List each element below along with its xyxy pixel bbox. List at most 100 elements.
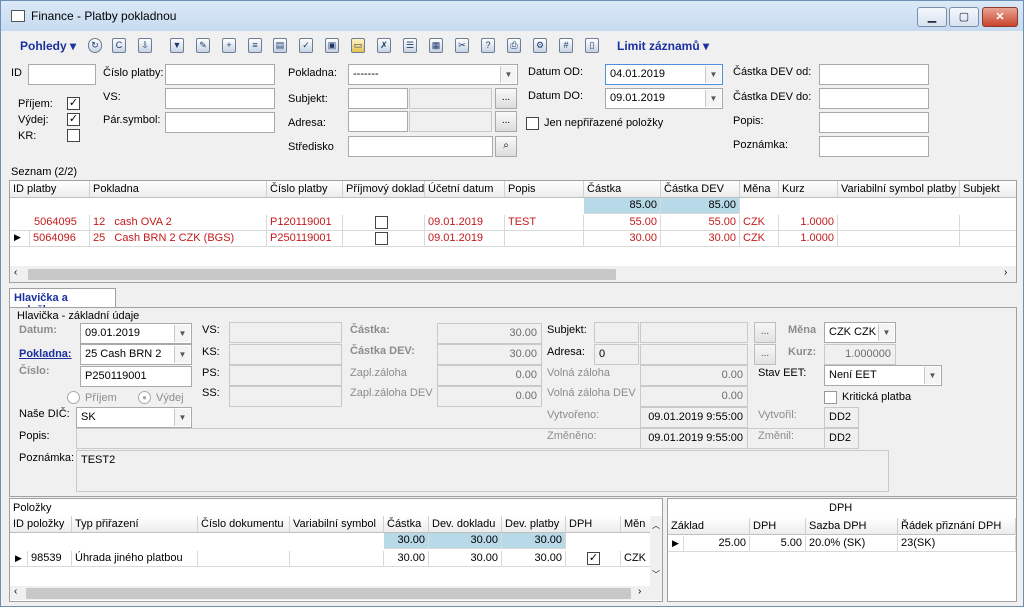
list-scrollbar[interactable]: ‹ › [10, 266, 1016, 282]
filter-run-icon[interactable]: ⇩ [138, 38, 152, 53]
scroll-right-icon[interactable]: › [638, 586, 641, 597]
pohledy-menu[interactable]: Pohledy ▾ [20, 39, 76, 53]
col-header[interactable]: Popis [505, 181, 584, 198]
pokladna-select[interactable]: ------- ▼ [348, 64, 518, 85]
scroll-thumb[interactable] [26, 588, 631, 599]
mena-field[interactable]: CZK CZK ▼ [824, 322, 896, 343]
tab-hlavicka-polozky[interactable]: Hlavička a položky [9, 288, 116, 316]
subjekt-browse-button[interactable]: ... [495, 88, 517, 109]
list-icon[interactable]: ☰ [403, 38, 417, 53]
col-header[interactable]: Typ přiřazení [72, 516, 198, 533]
vs-detail-field[interactable] [229, 322, 342, 343]
parsymbol-input[interactable] [165, 112, 275, 133]
subjekt-code-input[interactable] [348, 88, 408, 109]
minimize-button[interactable]: ▁ [917, 7, 947, 27]
refresh-icon[interactable]: ↻ [88, 38, 102, 53]
col-header[interactable]: Měna [740, 181, 779, 198]
pokladna-link[interactable]: Pokladna: [19, 348, 72, 360]
col-header[interactable]: Částka DEV [661, 181, 740, 198]
adresa-detail-browse[interactable]: ... [754, 344, 776, 365]
table-icon[interactable]: ▦ [429, 38, 443, 53]
stredisko-input[interactable] [348, 136, 493, 157]
prijmovy-checkbox[interactable] [375, 232, 388, 245]
copy-icon[interactable]: C [112, 38, 126, 53]
col-header[interactable]: Dev. dokladu [429, 516, 502, 533]
dph-checkbox[interactable]: ✓ [587, 552, 600, 565]
col-header[interactable]: Dev. platby [502, 516, 566, 533]
scroll-left-icon[interactable]: ‹ [14, 267, 17, 278]
cislo-field[interactable]: P250119001 [80, 366, 192, 387]
popis-input[interactable] [819, 112, 929, 133]
print-icon[interactable]: ⎙ [507, 38, 521, 53]
adresa-browse-button[interactable]: ... [495, 111, 517, 132]
scroll-up-icon[interactable]: ︿ [650, 520, 662, 531]
funnel-icon[interactable]: ▼ [170, 38, 184, 53]
save-icon[interactable]: ▣ [325, 38, 339, 53]
vs-input[interactable] [165, 88, 275, 109]
settings-icon[interactable]: ⚙ [533, 38, 547, 53]
poznamka-input[interactable] [819, 136, 929, 157]
datum-do-input[interactable]: 09.01.2019 ▼ [605, 88, 723, 109]
kriticka-checkbox[interactable] [824, 391, 837, 404]
col-header[interactable]: Částka [584, 181, 661, 198]
scroll-left-icon[interactable]: ‹ [14, 586, 17, 597]
document-icon[interactable]: ≡ [248, 38, 262, 53]
delete-record-icon[interactable]: ✗ [377, 38, 391, 53]
adresa-detail-code[interactable]: 0 [594, 344, 639, 365]
subjekt-detail-browse[interactable]: ... [754, 322, 776, 343]
limit-zaznamu-menu[interactable]: Limit záznamů ▾ [617, 39, 709, 53]
kr-checkbox[interactable] [67, 129, 80, 142]
document-copy-icon[interactable]: ▤ [273, 38, 287, 53]
new-icon[interactable]: + [222, 38, 236, 53]
cislo-platby-input[interactable] [165, 64, 275, 85]
col-header[interactable]: Sazba DPH [806, 518, 898, 535]
polozky-hscrollbar[interactable]: ‹ › [10, 586, 662, 600]
nase-dic-field[interactable]: SK ▼ [76, 407, 192, 428]
ks-field[interactable] [229, 344, 342, 365]
folder-open-icon[interactable]: ▭ [351, 38, 365, 53]
col-header[interactable]: Účetní datum [425, 181, 505, 198]
tools-icon[interactable]: ✂ [455, 38, 469, 53]
scroll-thumb[interactable] [28, 269, 616, 280]
edit-icon[interactable]: ✎ [196, 38, 210, 53]
col-header[interactable]: ID položky [10, 516, 72, 533]
vydej-radio[interactable]: ● [138, 391, 151, 404]
prijmovy-checkbox[interactable] [375, 216, 388, 229]
poznamka-detail-field[interactable]: TEST2 [76, 450, 889, 492]
castka-dev-od-input[interactable] [819, 64, 929, 85]
datum-od-input[interactable]: 04.01.2019 ▼ [605, 64, 723, 85]
jen-nepriraz-checkbox[interactable] [526, 117, 539, 130]
pokladna-field[interactable]: 25 Cash BRN 2 ▼ [80, 344, 192, 365]
help-icon[interactable]: ? [481, 38, 495, 53]
prijem-checkbox[interactable]: ✓ [67, 97, 80, 110]
col-header[interactable]: ID platby [10, 181, 90, 198]
col-header[interactable]: Měn [621, 516, 651, 533]
ps-field[interactable] [229, 365, 342, 386]
close-button[interactable]: ✕ [982, 7, 1018, 27]
col-header[interactable]: Variabilní symbol [290, 516, 384, 533]
subjekt-detail-code[interactable] [594, 322, 639, 343]
ss-field[interactable] [229, 386, 342, 407]
maximize-button[interactable]: ▢ [949, 7, 979, 27]
scroll-right-icon[interactable]: › [1004, 267, 1007, 278]
prijem-radio[interactable] [67, 391, 80, 404]
col-header[interactable]: Kurz [779, 181, 838, 198]
castka-dev-do-input[interactable] [819, 88, 929, 109]
col-header[interactable]: DPH [750, 518, 806, 535]
col-header[interactable]: Řádek přiznání DPH [898, 518, 1016, 535]
col-header[interactable]: Číslo platby [267, 181, 343, 198]
check-icon[interactable]: ✓ [299, 38, 313, 53]
polozky-vscrollbar[interactable]: ︿ ﹀ [650, 516, 662, 586]
scroll-down-icon[interactable]: ﹀ [650, 569, 662, 580]
col-header[interactable]: Číslo dokumentu [198, 516, 290, 533]
col-header[interactable]: Základ [668, 518, 750, 535]
stav-eet-field[interactable]: Není EET ▼ [824, 365, 942, 386]
col-header[interactable]: Subjekt [960, 181, 1016, 198]
col-header[interactable]: Variabilní symbol platby [838, 181, 960, 198]
vydej-checkbox[interactable]: ✓ [67, 113, 80, 126]
notes-icon[interactable]: ▯ [585, 38, 599, 53]
calculator-icon[interactable]: # [559, 38, 573, 53]
datum-field[interactable]: 09.01.2019 ▼ [80, 323, 192, 344]
col-header[interactable]: Pokladna [90, 181, 267, 198]
col-header[interactable]: Částka [384, 516, 429, 533]
